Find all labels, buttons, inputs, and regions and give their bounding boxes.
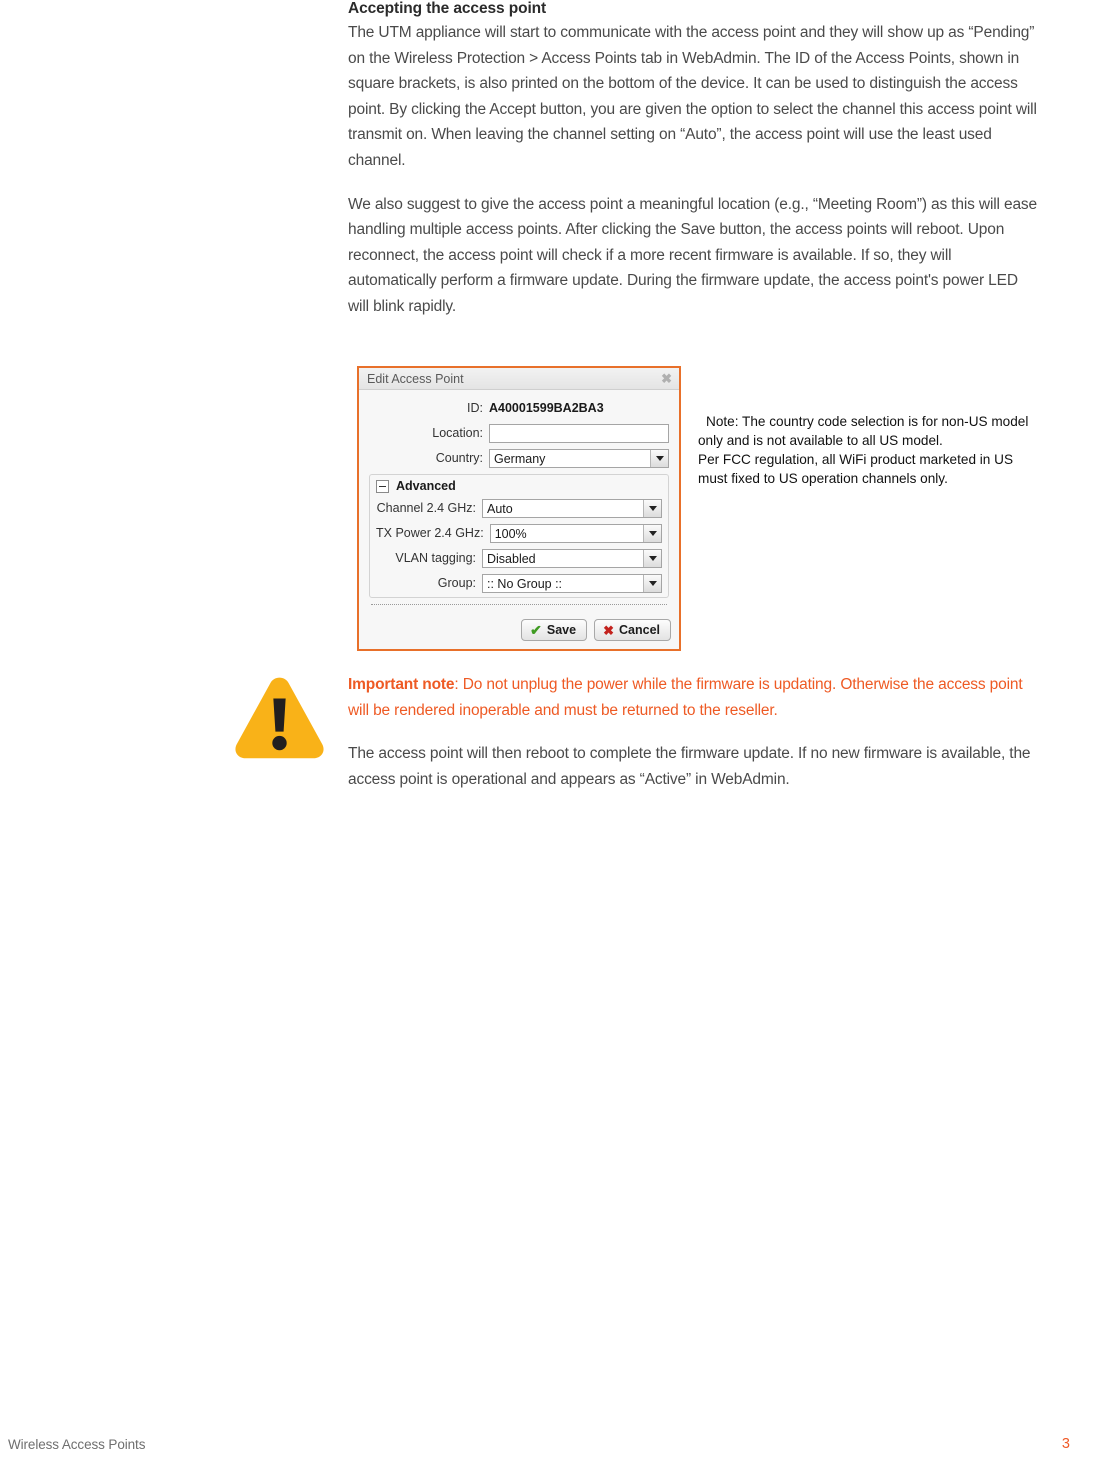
annotation-line-1: Note: The country code selection is for … <box>706 414 1029 429</box>
warning-triangle-icon <box>235 677 324 759</box>
save-button-label: Save <box>546 623 577 637</box>
important-note-callout: Important note: Do not unplug the power … <box>232 672 1038 792</box>
channel-label: Channel 2.4 GHz: <box>376 501 476 515</box>
annotation-line-3: Per FCC regulation, all WiFi product mar… <box>698 452 1014 467</box>
important-note-paragraph: Important note: Do not unplug the power … <box>348 672 1038 723</box>
field-row-id: ID: A40001599BA2BA3 <box>369 398 669 418</box>
footer-title: Wireless Access Points <box>8 1436 146 1452</box>
dialog-separator <box>371 604 667 605</box>
page-number: 3 <box>1061 1436 1070 1452</box>
edit-access-point-dialog: Edit Access Point ✖ ID: A40001599BA2BA3 … <box>357 366 681 651</box>
cancel-button-label: Cancel <box>619 623 660 637</box>
important-note-text: Important note: Do not unplug the power … <box>348 672 1038 792</box>
group-label: Group: <box>437 576 476 590</box>
chevron-down-icon[interactable] <box>643 499 661 517</box>
page-title: Accepting the access point <box>348 0 547 17</box>
field-row-vlan-tagging: VLAN tagging: Disabled <box>376 548 662 568</box>
close-icon[interactable]: ✖ <box>659 372 674 385</box>
vlan-tagging-select[interactable]: Disabled <box>482 548 662 568</box>
chevron-down-icon[interactable] <box>643 549 661 567</box>
tx-power-label: TX Power 2.4 GHz: <box>376 526 484 540</box>
channel-select-value: Auto <box>487 501 513 516</box>
collapse-minus-icon[interactable] <box>376 479 389 493</box>
advanced-section: Advanced Channel 2.4 GHz: Auto TX Power … <box>369 474 669 598</box>
advanced-section-title: Advanced <box>396 479 456 493</box>
check-icon: ✔ <box>530 622 542 638</box>
country-code-annotation: Note: The country code selection is for … <box>698 412 1100 488</box>
group-select-value: :: No Group :: <box>487 576 563 591</box>
document-page: Accepting the access point The UTM appli… <box>0 0 1100 1464</box>
country-select[interactable]: Germany <box>489 448 669 468</box>
dialog-body: ID: A40001599BA2BA3 Location: Country: G… <box>359 390 679 611</box>
document-text-column: Accepting the access point The UTM appli… <box>348 0 1038 320</box>
annotation-line-4: must fixed to US operation channels only… <box>698 471 948 486</box>
id-value: A40001599BA2BA3 <box>489 401 604 415</box>
paragraph-location-advice: We also suggest to give the access point… <box>348 195 1038 315</box>
save-button[interactable]: ✔ Save <box>521 619 588 641</box>
location-input[interactable] <box>489 423 669 443</box>
paragraph-intro: The UTM appliance will start to communic… <box>348 24 1037 169</box>
location-label: Location: <box>432 426 483 440</box>
chevron-down-icon[interactable] <box>643 524 661 542</box>
edit-access-point-dialog-figure: Edit Access Point ✖ ID: A40001599BA2BA3 … <box>357 366 681 651</box>
chevron-down-icon[interactable] <box>643 574 661 592</box>
group-select[interactable]: :: No Group :: <box>482 573 662 593</box>
field-row-group: Group: :: No Group :: <box>376 573 662 593</box>
dialog-titlebar: Edit Access Point ✖ <box>359 368 679 390</box>
page-footer: Wireless Access Points 3 <box>0 1432 1100 1456</box>
country-select-value: Germany <box>494 451 546 466</box>
chevron-down-icon[interactable] <box>650 449 668 467</box>
dialog-footer: ✔ Save ✖ Cancel <box>359 611 679 649</box>
cancel-button[interactable]: ✖ Cancel <box>594 619 671 641</box>
tx-power-select-value: 100% <box>494 526 527 541</box>
country-label: Country: <box>435 451 483 465</box>
x-mark-icon: ✖ <box>603 622 614 638</box>
annotation-line-2: only and is not available to all US mode… <box>698 433 943 448</box>
field-row-tx-power: TX Power 2.4 GHz: 100% <box>376 523 662 543</box>
tx-power-select[interactable]: 100% <box>489 523 662 543</box>
paragraph-reboot-complete: The access point will then reboot to com… <box>348 745 1031 788</box>
important-note-label: Important note <box>348 676 455 693</box>
id-label: ID: <box>467 401 483 415</box>
field-row-channel: Channel 2.4 GHz: Auto <box>376 498 662 518</box>
field-row-location: Location: <box>369 423 669 443</box>
vlan-tagging-label: VLAN tagging: <box>395 551 476 565</box>
vlan-tagging-select-value: Disabled <box>487 551 536 566</box>
field-row-country: Country: Germany <box>369 448 669 468</box>
dialog-title: Edit Access Point <box>367 371 464 386</box>
channel-select[interactable]: Auto <box>482 498 662 518</box>
advanced-section-header[interactable]: Advanced <box>376 479 662 493</box>
